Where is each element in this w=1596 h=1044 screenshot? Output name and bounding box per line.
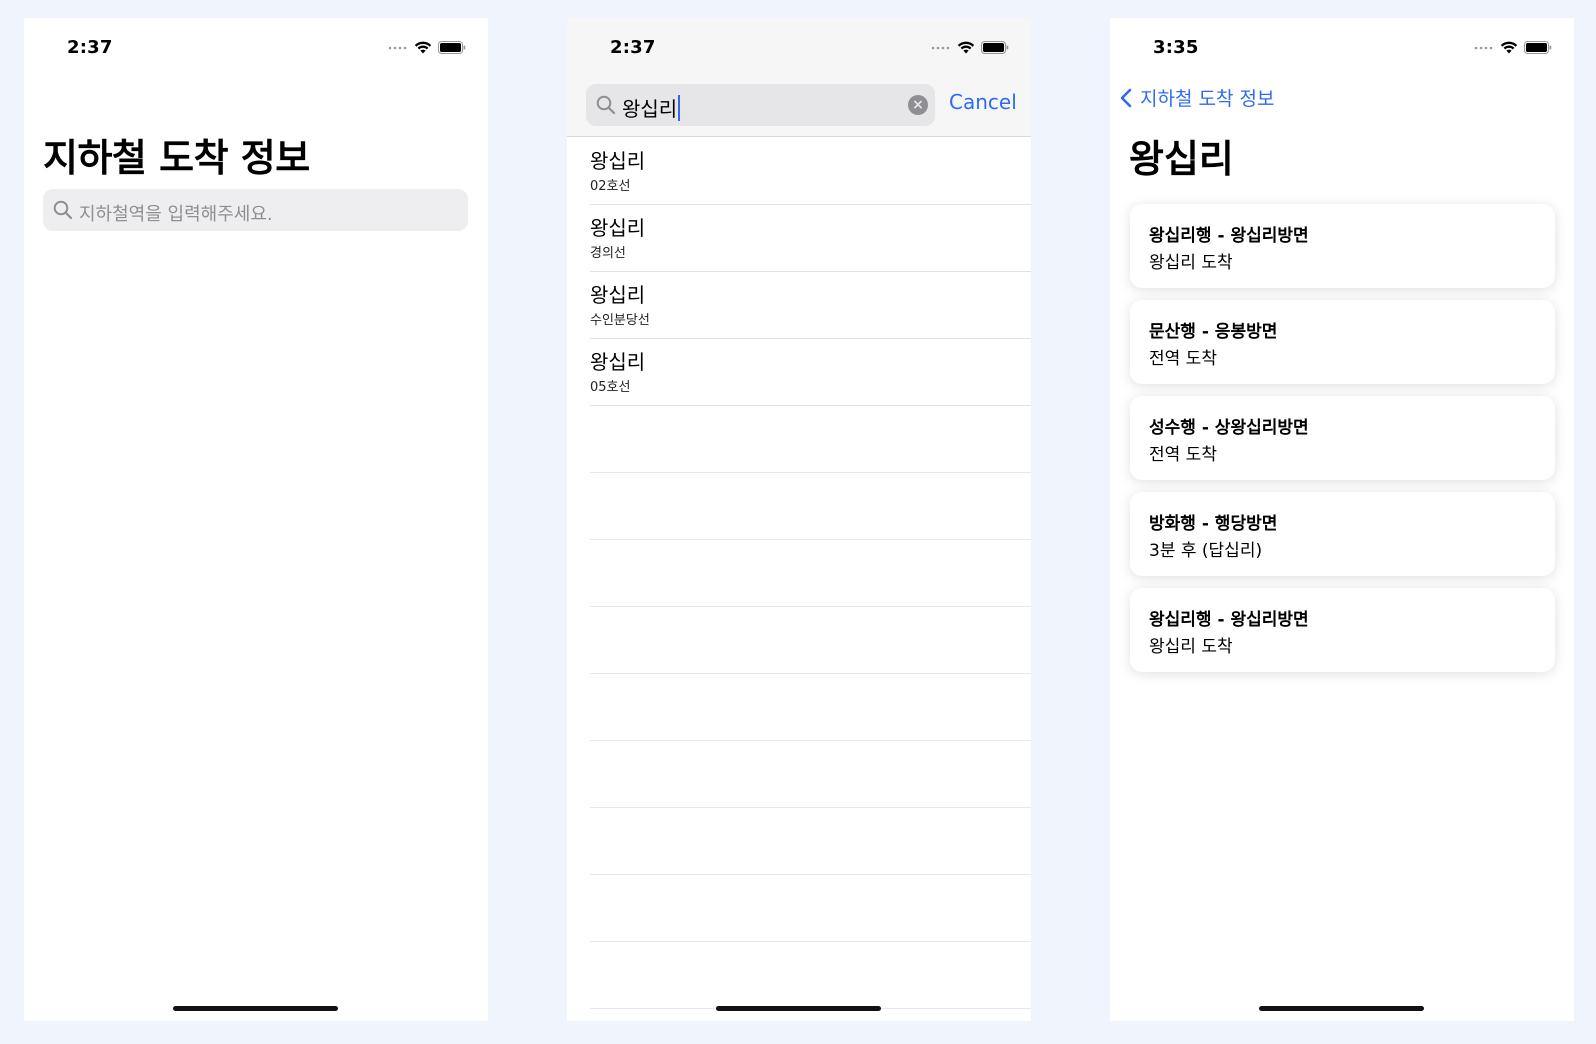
empty-row <box>590 605 1031 674</box>
arrival-card: 성수행 - 상왕십리방면 전역 도착 <box>1130 396 1555 480</box>
clear-icon[interactable]: × <box>908 95 928 115</box>
search-screen: 2:37 왕십리 × Cancel 왕십리 02호선 왕십리 경의선 왕십리 수… <box>567 18 1031 1021</box>
arrival-direction: 방화행 - 행당방면 <box>1149 514 1278 534</box>
result-station-name: 왕십리 <box>590 216 646 240</box>
battery-icon <box>981 40 1009 54</box>
arrival-card: 왕십리행 - 왕십리방면 왕십리 도착 <box>1130 588 1555 672</box>
arrival-direction: 성수행 - 상왕십리방면 <box>1149 418 1309 438</box>
battery-icon <box>1524 40 1552 54</box>
empty-row <box>590 404 1031 473</box>
chevron-left-icon <box>1120 88 1132 107</box>
arrival-card: 방화행 - 행당방면 3분 후 (답십리) <box>1130 492 1555 576</box>
status-bar: 2:37 <box>24 18 488 78</box>
arrival-card: 문산행 - 응봉방면 전역 도착 <box>1130 300 1555 384</box>
station-detail-screen: 3:35 지하철 도착 정보 왕십리 왕십리행 - 왕십리방면 왕십리 도착 문… <box>1110 18 1574 1021</box>
result-station-name: 왕십리 <box>590 350 646 374</box>
search-placeholder: 지하철역을 입력해주세요. <box>79 204 273 225</box>
home-indicator[interactable] <box>1259 1006 1424 1011</box>
empty-row <box>590 739 1031 808</box>
home-indicator[interactable] <box>716 1006 881 1011</box>
arrival-status: 전역 도착 <box>1149 445 1217 465</box>
wifi-icon <box>957 41 975 53</box>
back-label: 지하철 도착 정보 <box>1140 88 1275 110</box>
result-line-name: 수인분당선 <box>590 313 650 328</box>
search-result-row[interactable]: 왕십리 02호선 <box>590 136 1031 205</box>
station-title: 왕십리 <box>1129 137 1234 181</box>
text-caret <box>678 94 681 121</box>
battery-icon <box>438 40 466 54</box>
status-time: 2:37 <box>610 37 656 58</box>
station-search-input[interactable]: 왕십리 × <box>586 84 935 126</box>
signal-dots-icon <box>1474 46 1493 50</box>
search-result-row[interactable]: 왕십리 수인분당선 <box>590 270 1031 339</box>
empty-row <box>590 806 1031 875</box>
search-value: 왕십리 <box>622 97 678 121</box>
status-icons <box>1474 40 1552 54</box>
search-result-row[interactable]: 왕십리 05호선 <box>590 337 1031 406</box>
search-header: 2:37 왕십리 × Cancel <box>567 18 1031 137</box>
result-line-name: 02호선 <box>590 179 631 194</box>
arrival-card: 왕십리행 - 왕십리방면 왕십리 도착 <box>1130 204 1555 288</box>
result-station-name: 왕십리 <box>590 149 646 173</box>
home-screen: 2:37 지하철 도착 정보 지하철역을 입력해주세요. <box>24 18 488 1021</box>
wifi-icon <box>414 41 432 53</box>
arrival-direction: 문산행 - 응봉방면 <box>1149 322 1278 342</box>
cancel-button[interactable]: Cancel <box>949 90 1017 114</box>
signal-dots-icon <box>931 46 950 50</box>
arrival-status: 전역 도착 <box>1149 349 1217 369</box>
arrival-status: 왕십리 도착 <box>1149 253 1233 273</box>
result-line-name: 05호선 <box>590 380 631 395</box>
page-title: 지하철 도착 정보 <box>43 136 310 180</box>
arrival-direction: 왕십리행 - 왕십리방면 <box>1149 610 1309 630</box>
arrival-direction: 왕십리행 - 왕십리방면 <box>1149 226 1309 246</box>
empty-row <box>590 672 1031 741</box>
search-value-wrap: 왕십리 <box>622 93 681 122</box>
arrival-status: 왕십리 도착 <box>1149 637 1233 657</box>
result-station-name: 왕십리 <box>590 283 646 307</box>
status-time: 2:37 <box>67 37 113 58</box>
search-result-row[interactable]: 왕십리 경의선 <box>590 203 1031 272</box>
result-line-name: 경의선 <box>590 246 626 261</box>
empty-row <box>590 873 1031 942</box>
home-indicator[interactable] <box>173 1006 338 1011</box>
arrival-status: 3분 후 (답십리) <box>1149 541 1263 561</box>
back-button[interactable]: 지하철 도착 정보 <box>1120 84 1274 111</box>
status-bar: 2:37 <box>567 18 1031 78</box>
status-icons <box>388 40 466 54</box>
status-icons <box>931 40 1009 54</box>
signal-dots-icon <box>388 46 407 50</box>
station-search-input[interactable]: 지하철역을 입력해주세요. <box>43 189 468 231</box>
empty-row <box>590 471 1031 540</box>
search-icon <box>53 200 73 220</box>
status-bar: 3:35 <box>1110 18 1574 78</box>
empty-row <box>590 940 1031 1009</box>
empty-row <box>590 538 1031 607</box>
status-time: 3:35 <box>1153 37 1199 58</box>
search-icon <box>596 95 616 115</box>
wifi-icon <box>1500 41 1518 53</box>
